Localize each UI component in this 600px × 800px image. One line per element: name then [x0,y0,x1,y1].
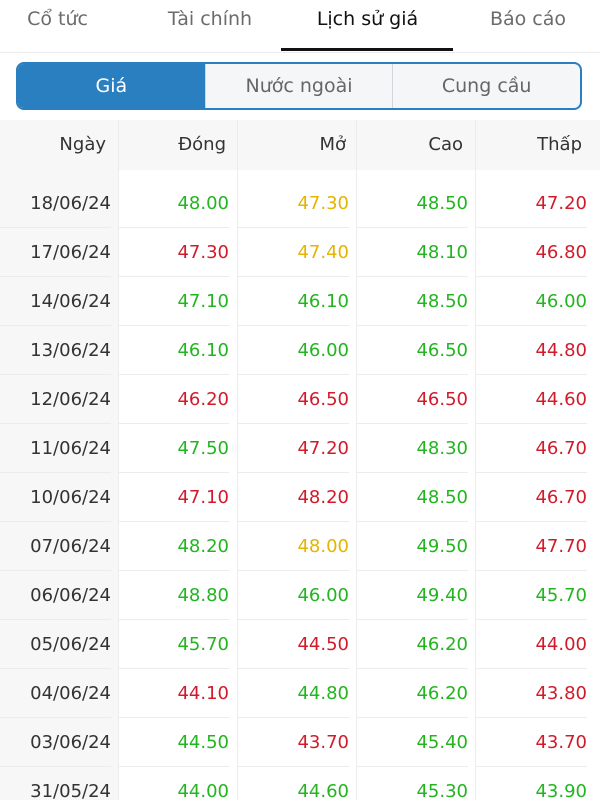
open-cell: 44.80 [237,669,349,718]
close-cell: 48.20 [118,522,229,571]
date-cell: 14/06/24 [0,277,111,326]
high-cell: 48.50 [356,179,468,228]
close-cell: 44.00 [118,767,229,800]
open-cell: 47.40 [237,228,349,277]
low-cell: 45.70 [475,571,587,620]
table-row[interactable]: 17/06/24 47.30 47.40 48.10 46.80 [0,228,600,277]
header-open: Mở [319,134,346,155]
low-cell: 46.70 [475,424,587,473]
low-cell: 44.00 [475,620,587,669]
segment-cung-cau[interactable]: Cung cầu [392,64,580,108]
low-cell: 43.90 [475,767,587,800]
top-tab-bar: Cổ tức Tài chính Lịch sử giá Báo cáo [0,0,600,53]
high-cell: 46.50 [356,375,468,424]
date-cell: 03/06/24 [0,718,111,767]
open-cell: 47.20 [237,424,349,473]
low-cell: 46.80 [475,228,587,277]
open-cell: 43.70 [237,718,349,767]
low-cell: 46.00 [475,277,587,326]
table-row[interactable]: 03/06/24 44.50 43.70 45.40 43.70 [0,718,600,767]
date-cell: 17/06/24 [0,228,111,277]
close-cell: 47.50 [118,424,229,473]
close-cell: 44.10 [118,669,229,718]
high-cell: 45.40 [356,718,468,767]
date-cell: 12/06/24 [0,375,111,424]
high-cell: 48.50 [356,473,468,522]
table-row[interactable]: 05/06/24 45.70 44.50 46.20 44.00 [0,620,600,669]
header-close: Đóng [178,134,226,155]
table-row[interactable]: 06/06/24 48.80 46.00 49.40 45.70 [0,571,600,620]
low-cell: 46.70 [475,473,587,522]
open-cell: 46.50 [237,375,349,424]
low-cell: 43.80 [475,669,587,718]
close-cell: 44.50 [118,718,229,767]
date-cell: 05/06/24 [0,620,111,669]
price-view-segmented-control: Giá Nước ngoài Cung cầu [16,62,582,110]
date-cell: 18/06/24 [0,179,111,228]
date-cell: 06/06/24 [0,571,111,620]
high-cell: 48.10 [356,228,468,277]
close-cell: 46.10 [118,326,229,375]
low-cell: 44.60 [475,375,587,424]
date-cell: 31/05/24 [0,767,111,800]
open-cell: 47.30 [237,179,349,228]
high-cell: 49.40 [356,571,468,620]
app-root: Cổ tức Tài chính Lịch sử giá Báo cáo Giá… [0,0,600,800]
close-cell: 47.10 [118,277,229,326]
high-cell: 48.30 [356,424,468,473]
close-cell: 46.20 [118,375,229,424]
open-cell: 44.50 [237,620,349,669]
close-cell: 47.30 [118,228,229,277]
table-row[interactable]: 10/06/24 47.10 48.20 48.50 46.70 [0,473,600,522]
table-row[interactable]: 11/06/24 47.50 47.20 48.30 46.70 [0,424,600,473]
open-cell: 48.20 [237,473,349,522]
open-cell: 46.00 [237,571,349,620]
open-cell: 46.10 [237,277,349,326]
open-cell: 44.60 [237,767,349,800]
high-cell: 46.20 [356,669,468,718]
table-row[interactable]: 04/06/24 44.10 44.80 46.20 43.80 [0,669,600,718]
tab-co-tuc[interactable]: Cổ tức [10,0,105,40]
price-history-table[interactable]: Ngày Đóng Mở Cao Thấp 18/06/24 48.00 47.30… [0,120,600,800]
open-cell: 46.00 [237,326,349,375]
open-cell: 48.00 [237,522,349,571]
low-cell: 47.70 [475,522,587,571]
low-cell: 43.70 [475,718,587,767]
high-cell: 46.20 [356,620,468,669]
close-cell: 48.00 [118,179,229,228]
tab-bao-cao[interactable]: Báo cáo [478,0,578,40]
high-cell: 48.50 [356,277,468,326]
close-cell: 48.80 [118,571,229,620]
table-row[interactable]: 18/06/24 48.00 47.30 48.50 47.20 [0,179,600,228]
header-low: Thấp [537,134,582,155]
low-cell: 44.80 [475,326,587,375]
table-header-row: Ngày Đóng Mở Cao Thấp [0,120,600,170]
date-cell: 07/06/24 [0,522,111,571]
segment-gia[interactable]: Giá [18,64,205,108]
date-cell: 10/06/24 [0,473,111,522]
tab-tai-chinh[interactable]: Tài chính [155,0,265,40]
low-cell: 47.20 [475,179,587,228]
header-date: Ngày [59,134,106,155]
table-row[interactable]: 13/06/24 46.10 46.00 46.50 44.80 [0,326,600,375]
table-row[interactable]: 07/06/24 48.20 48.00 49.50 47.70 [0,522,600,571]
table-row[interactable]: 31/05/24 44.00 44.60 45.30 43.90 [0,767,600,800]
segment-nuoc-ngoai[interactable]: Nước ngoài [204,64,393,108]
high-cell: 49.50 [356,522,468,571]
date-cell: 04/06/24 [0,669,111,718]
table-row[interactable]: 12/06/24 46.20 46.50 46.50 44.60 [0,375,600,424]
table-row[interactable]: 14/06/24 47.10 46.10 48.50 46.00 [0,277,600,326]
high-cell: 45.30 [356,767,468,800]
date-cell: 11/06/24 [0,424,111,473]
tab-lich-su-gia[interactable]: Lịch sử giá [290,0,445,40]
header-high: Cao [428,134,463,155]
high-cell: 46.50 [356,326,468,375]
active-tab-indicator [281,48,453,51]
close-cell: 47.10 [118,473,229,522]
date-cell: 13/06/24 [0,326,111,375]
close-cell: 45.70 [118,620,229,669]
